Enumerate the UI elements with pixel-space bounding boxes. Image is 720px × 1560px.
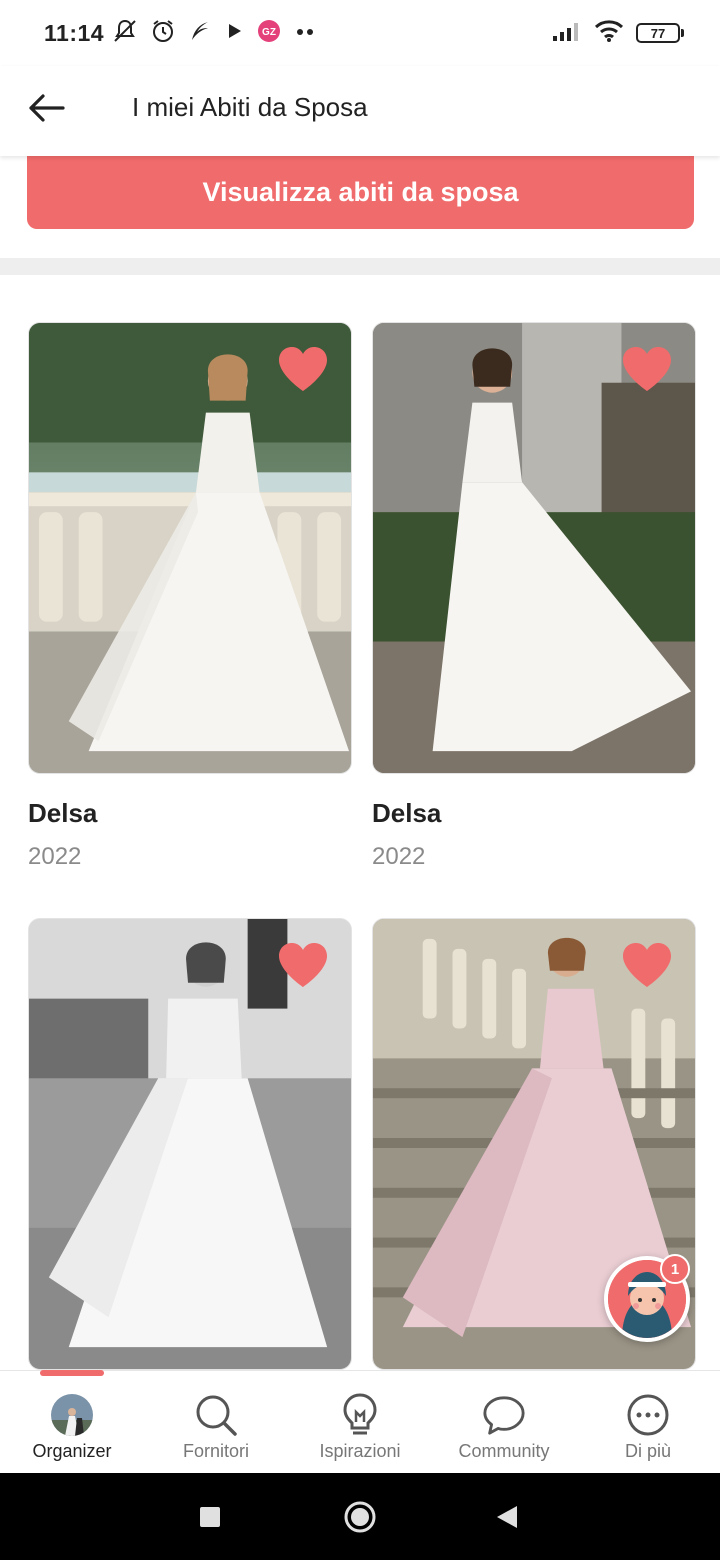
more-dots-icon bbox=[294, 24, 318, 42]
nav-label: Di più bbox=[624, 1441, 672, 1461]
dress-photo[interactable] bbox=[28, 918, 352, 1370]
nav-item-ispirazioni[interactable]: Ispirazioni bbox=[288, 1371, 432, 1474]
nav-label: Ispirazioni bbox=[319, 1441, 401, 1461]
status-system-icons: 77 bbox=[552, 18, 684, 48]
dress-photo[interactable] bbox=[28, 322, 352, 774]
alarm-clock-icon bbox=[150, 18, 176, 49]
recent-apps-button[interactable] bbox=[165, 1473, 255, 1560]
nav-item-organizer[interactable]: Organizer bbox=[0, 1371, 144, 1474]
dress-year: 2022 bbox=[372, 843, 426, 870]
view-dresses-button[interactable]: Visualizza abiti da sposa bbox=[27, 156, 694, 229]
heart-icon[interactable] bbox=[621, 941, 673, 989]
home-button[interactable] bbox=[315, 1473, 405, 1560]
feather-icon bbox=[188, 19, 212, 48]
dress-card[interactable]: Delsa 2022 bbox=[28, 322, 352, 871]
chat-bubble-icon bbox=[483, 1396, 525, 1435]
dress-photo[interactable] bbox=[372, 322, 696, 774]
battery-indicator: 77 bbox=[636, 23, 684, 43]
dress-year: 2022 bbox=[28, 843, 82, 870]
avatar-photo-icon bbox=[51, 1394, 93, 1436]
nav-item-fornitori[interactable]: Fornitori bbox=[144, 1371, 288, 1474]
nav-label: Community bbox=[458, 1441, 550, 1461]
page-title: I miei Abiti da Sposa bbox=[132, 92, 368, 122]
nav-label: Fornitori bbox=[182, 1441, 249, 1461]
system-navigation-bar bbox=[0, 1473, 720, 1560]
dress-card[interactable] bbox=[28, 918, 352, 1370]
active-tab-indicator bbox=[40, 1370, 104, 1376]
status-time: 11:14 bbox=[44, 20, 105, 46]
dress-name: Delsa bbox=[28, 798, 98, 828]
square-icon bbox=[200, 1506, 220, 1527]
nav-item-more[interactable]: Di più bbox=[576, 1371, 720, 1474]
dress-name: Delsa bbox=[372, 798, 442, 828]
home-circle-icon bbox=[344, 1501, 376, 1532]
dress-grid: Delsa 2022 Delsa 2022 bbox=[0, 275, 720, 1370]
svg-text:GZ: GZ bbox=[262, 27, 276, 38]
triangle-back-icon bbox=[497, 1505, 517, 1528]
nav-item-community[interactable]: Community bbox=[432, 1371, 576, 1474]
notification-badge: 1 bbox=[660, 1254, 690, 1284]
dress-card[interactable]: Delsa 2022 bbox=[372, 322, 696, 871]
wifi-icon bbox=[594, 19, 624, 48]
cta-section: Visualizza abiti da sposa bbox=[0, 156, 720, 258]
system-back-button[interactable] bbox=[462, 1473, 552, 1560]
bottom-navigation: Organizer Fornitori Ispirazioni Communit… bbox=[0, 1370, 720, 1473]
nav-label: Organizer bbox=[32, 1441, 112, 1461]
lightbulb-icon bbox=[343, 1393, 377, 1435]
status-notification-icons: GZ bbox=[112, 18, 318, 48]
more-icon bbox=[627, 1394, 669, 1436]
play-icon bbox=[224, 21, 244, 46]
gz-app-icon: GZ bbox=[256, 18, 282, 49]
heart-icon[interactable] bbox=[277, 345, 329, 393]
back-button[interactable] bbox=[24, 86, 68, 130]
section-divider bbox=[0, 258, 720, 275]
app-header: I miei Abiti da Sposa bbox=[0, 66, 720, 156]
search-icon bbox=[196, 1395, 237, 1436]
signal-icon bbox=[552, 20, 582, 47]
mute-alarm-icon bbox=[112, 18, 138, 49]
back-arrow-icon bbox=[29, 94, 65, 122]
heart-icon[interactable] bbox=[277, 941, 329, 989]
heart-icon[interactable] bbox=[621, 345, 673, 393]
status-bar: 11:14 GZ 77 bbox=[0, 0, 720, 66]
